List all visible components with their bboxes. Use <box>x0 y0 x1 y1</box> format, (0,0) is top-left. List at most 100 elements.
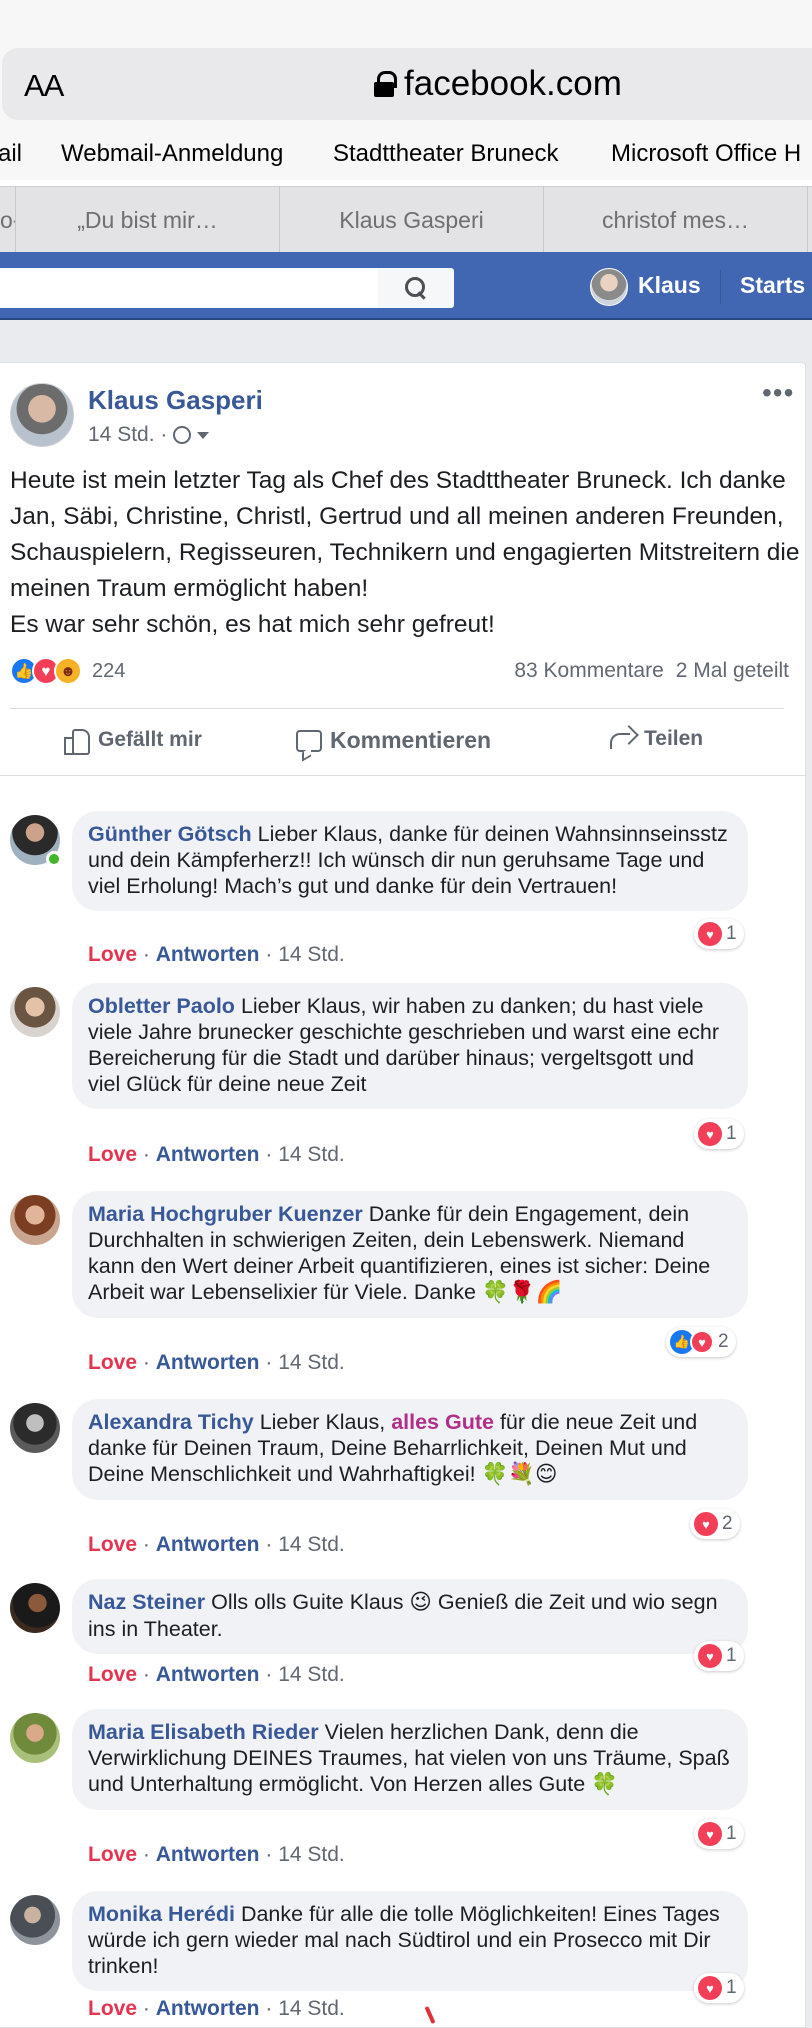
love-reaction-link[interactable]: Love <box>88 1663 137 1686</box>
comment-reaction-count: 1 <box>726 1823 737 1844</box>
shares-count[interactable]: 2 Mal geteilt <box>676 659 789 683</box>
love-reaction-link[interactable]: Love <box>88 1533 137 1556</box>
comment-reactions[interactable]: ♥ 1 <box>694 919 744 949</box>
comments-count[interactable]: 83 Kommentare <box>514 659 663 683</box>
share-button[interactable]: Teilen <box>608 727 703 751</box>
heart-icon: ♥ <box>694 1512 718 1536</box>
post-actions: Gefällt mir Kommentieren Teilen <box>0 713 806 775</box>
bookmark-item[interactable]: Microsoft Office H <box>611 140 801 168</box>
commenter-name[interactable]: Monika Herédi <box>88 1902 235 1926</box>
comment-bubble: Monika Herédi Danke für alle die tolle Mö… <box>72 1891 748 1991</box>
emoji: 😉 <box>409 1590 432 1615</box>
commenter-name[interactable]: Alexandra Tichy <box>88 1410 254 1434</box>
comment-reaction-count: 2 <box>718 1331 729 1352</box>
reply-link[interactable]: Antworten <box>156 1533 260 1556</box>
like-button[interactable]: Gefällt mir <box>64 727 202 755</box>
avatar[interactable] <box>10 1195 60 1245</box>
like-label: Gefällt mir <box>98 728 202 751</box>
avatar[interactable] <box>10 1713 60 1763</box>
tab-item[interactable]: „Du bist mir… <box>16 187 280 253</box>
comment-reactions[interactable]: ♥ 2 <box>690 1509 740 1539</box>
care-icon: ☻ <box>54 657 82 685</box>
chevron-down-icon[interactable] <box>197 431 210 439</box>
post-author[interactable]: Klaus Gasperi <box>88 385 263 416</box>
reply-link[interactable]: Antworten <box>156 1997 260 2020</box>
comment-bubble: Naz Steiner Olls olls Guite Klaus 😉 Genie… <box>72 1579 748 1654</box>
comment-time[interactable]: 14 Std. <box>278 943 345 966</box>
profile-link[interactable]: Klaus <box>638 272 701 299</box>
comment-reactions[interactable]: ♥ 1 <box>694 1641 744 1671</box>
comment-meta: Love · Antworten · 14 Std. <box>88 943 345 966</box>
post-time[interactable]: 14 Std. · <box>88 423 167 447</box>
love-reaction-link[interactable]: Love <box>88 1997 137 2020</box>
love-reaction-link[interactable]: Love <box>88 1143 137 1166</box>
commenter-name[interactable]: Maria Elisabeth Rieder <box>88 1720 319 1744</box>
heart-icon: ♥ <box>698 922 722 946</box>
heart-icon: ♥ <box>698 1822 722 1846</box>
search-icon <box>405 277 427 299</box>
search-input[interactable] <box>0 268 380 308</box>
tab-item[interactable]: Klaus Gasperi <box>280 187 544 253</box>
avatar[interactable] <box>10 1403 60 1453</box>
bookmark-item[interactable]: ail <box>0 140 22 168</box>
comment-icon <box>296 729 322 752</box>
comment-time[interactable]: 14 Std. <box>278 1351 345 1374</box>
commenter-name[interactable]: Günther Götsch <box>88 822 252 846</box>
text-size-button[interactable]: AA <box>24 68 64 104</box>
avatar[interactable] <box>590 268 628 306</box>
avatar[interactable] <box>10 1583 60 1633</box>
highlighted-phrase[interactable]: alles Gute <box>391 1410 494 1434</box>
search-button[interactable] <box>378 268 454 308</box>
share-icon <box>608 727 636 751</box>
emoji: 🍀 <box>591 1772 618 1797</box>
comment-time[interactable]: 14 Std. <box>278 1533 345 1556</box>
love-reaction-link[interactable]: Love <box>88 943 137 966</box>
tab-item[interactable]: o- <box>0 187 16 253</box>
reaction-summary[interactable]: 👍 ♥ ☻ 224 <box>10 655 125 687</box>
comment-time[interactable]: 14 Std. <box>278 1843 345 1866</box>
comment-time[interactable]: 14 Std. <box>278 1663 345 1686</box>
love-reaction-link[interactable]: Love <box>88 1351 137 1374</box>
comment-time[interactable]: 14 Std. <box>278 1143 345 1166</box>
reaction-count[interactable]: 224 <box>92 660 125 683</box>
comment-time[interactable]: 14 Std. <box>278 1997 345 2020</box>
commenter-name[interactable]: Naz Steiner <box>88 1590 205 1614</box>
commenter-name[interactable]: Maria Hochgruber Kuenzer <box>88 1202 363 1226</box>
engagement-counts: 83 Kommentare 2 Mal geteilt <box>514 659 789 683</box>
commenter-name[interactable]: Obletter Paolo <box>88 994 235 1018</box>
comment-meta: Love · Antworten · 14 Std. <box>88 1663 345 1686</box>
comment-label: Kommentieren <box>330 727 492 753</box>
more-options-icon[interactable]: ••• <box>762 377 794 409</box>
comment-reactions[interactable]: ♥ 1 <box>694 1819 744 1849</box>
heart-icon: ♥ <box>698 1644 722 1668</box>
comment-reaction-count: 2 <box>722 1513 733 1534</box>
online-status-icon <box>46 851 62 867</box>
comment-reaction-count: 1 <box>726 923 737 944</box>
comment-reactions[interactable]: ♥ 1 <box>694 1119 744 1149</box>
reply-link[interactable]: Antworten <box>156 1143 260 1166</box>
reply-link[interactable]: Antworten <box>156 1351 260 1374</box>
tab-item[interactable]: christof mes… <box>544 187 808 253</box>
reply-link[interactable]: Antworten <box>156 1663 260 1686</box>
comment-reactions[interactable]: 👍 ♥ 2 <box>666 1327 736 1357</box>
comment-text: Lieber Klaus, <box>259 1410 386 1434</box>
address-bar[interactable]: AA facebook.com <box>2 48 812 120</box>
url-display[interactable]: facebook.com <box>374 64 622 104</box>
post-meta: 14 Std. · <box>88 423 210 447</box>
comment-text: Olls olls Guite Klaus <box>211 1590 404 1614</box>
comment-bubble: Günther Götsch Lieber Klaus, danke für de… <box>72 811 748 911</box>
bookmark-item[interactable]: Webmail-Anmeldung <box>61 140 283 168</box>
divider <box>10 708 784 709</box>
reply-link[interactable]: Antworten <box>156 1843 260 1866</box>
comment-reactions[interactable]: ♥ 1 <box>694 1973 744 2003</box>
avatar[interactable] <box>10 987 60 1037</box>
love-reaction-link[interactable]: Love <box>88 1843 137 1866</box>
header-divider <box>720 270 721 304</box>
home-link[interactable]: Starts <box>740 272 805 299</box>
comment-button[interactable]: Kommentieren <box>296 727 491 754</box>
bookmark-item[interactable]: Stadttheater Bruneck <box>333 140 558 168</box>
globe-icon[interactable] <box>173 426 192 444</box>
reply-link[interactable]: Antworten <box>156 943 260 966</box>
avatar[interactable] <box>10 1895 60 1945</box>
avatar[interactable] <box>10 383 74 447</box>
